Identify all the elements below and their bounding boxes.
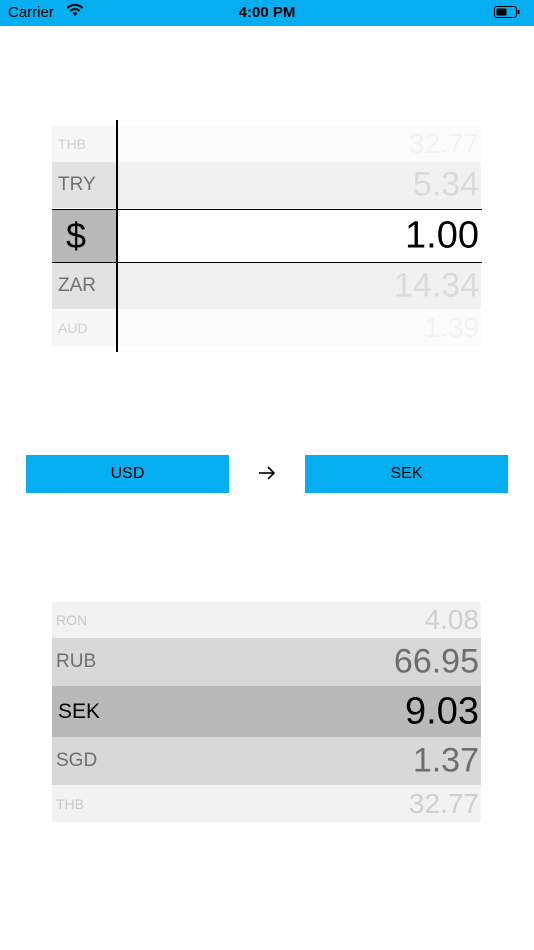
currency-value: 32.77 bbox=[408, 787, 479, 819]
currency-value: 4.08 bbox=[424, 604, 480, 635]
amount-input[interactable]: 1.00 bbox=[405, 214, 479, 257]
currency-code: ZAR bbox=[58, 275, 96, 296]
selection-line-bottom bbox=[52, 262, 482, 263]
currency-code: SGD bbox=[56, 750, 98, 771]
currency-value: 5.34 bbox=[412, 165, 479, 204]
target-currency-picker[interactable]: RON 4.08 RUB 66.95 SEK 9.03 SGD 1.37 THB… bbox=[52, 602, 481, 822]
picker-row[interactable]: SGD 1.37 bbox=[52, 737, 481, 785]
currency-code: SEK bbox=[58, 699, 101, 723]
currency-code: THB bbox=[56, 795, 84, 812]
currency-value: 66.95 bbox=[393, 642, 479, 681]
converted-value: 9.03 bbox=[405, 690, 479, 732]
currency-value: 1.37 bbox=[412, 741, 479, 780]
clock: 4:00 PM bbox=[238, 4, 296, 21]
picker-row[interactable]: THB 32.77 bbox=[52, 785, 481, 822]
currency-code: TRY bbox=[58, 174, 96, 195]
currency-code: RUB bbox=[56, 651, 97, 672]
arrow-right-icon bbox=[256, 462, 278, 484]
from-currency-button[interactable]: USD bbox=[26, 455, 229, 493]
battery-icon bbox=[494, 6, 520, 18]
currency-code: RON bbox=[56, 612, 88, 628]
status-bar: Carrier 4:00 PM bbox=[0, 0, 534, 26]
picker-row[interactable]: RUB 66.95 bbox=[52, 638, 481, 686]
picker-row-selected[interactable]: SEK 9.03 bbox=[52, 686, 481, 737]
currency-symbol: $ bbox=[66, 214, 87, 256]
currency-code: AUD bbox=[58, 319, 88, 336]
to-currency-button[interactable]: SEK bbox=[305, 455, 508, 493]
picker-row[interactable]: RON 4.08 bbox=[52, 602, 481, 638]
currency-value: 1.39 bbox=[424, 311, 480, 343]
picker-divider-vertical bbox=[116, 120, 118, 352]
currency-value: 32.77 bbox=[408, 128, 479, 159]
currency-code: THB bbox=[58, 136, 86, 152]
selection-line-top bbox=[52, 209, 482, 210]
currency-value: 14.34 bbox=[393, 266, 479, 305]
